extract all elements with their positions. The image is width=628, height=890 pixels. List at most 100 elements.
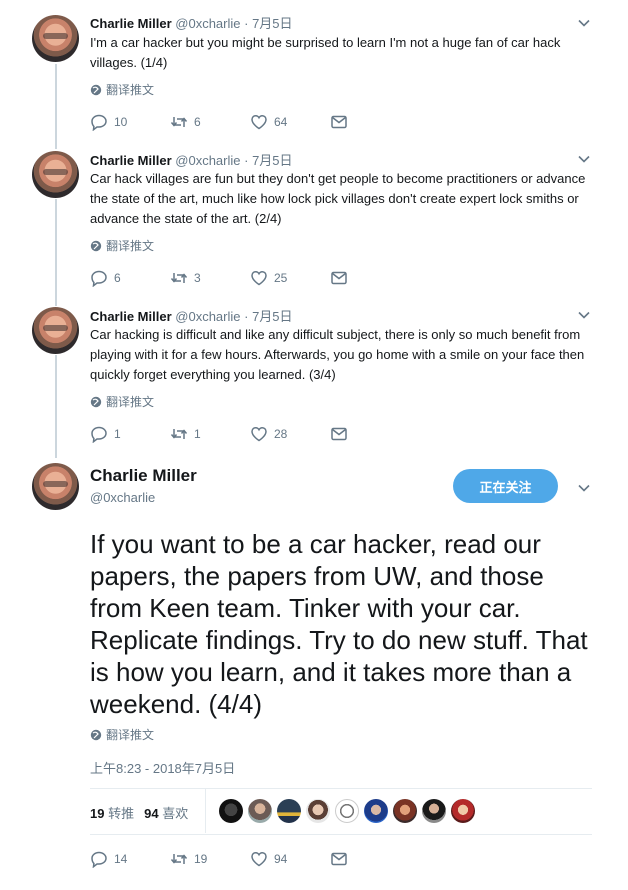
envelope-icon (331, 271, 347, 285)
tweet-header: Charlie Miller @0xcharlie · 7月5日 (90, 150, 293, 169)
envelope-icon (331, 852, 347, 866)
like-count: 28 (274, 427, 288, 441)
heart-icon (251, 426, 267, 442)
liker-avatar[interactable] (393, 799, 417, 823)
tweet-header: Charlie Miller @0xcharlie · 7月5日 (90, 13, 293, 32)
heart-icon (251, 270, 267, 286)
reply-icon (91, 851, 107, 868)
avatar[interactable] (32, 463, 79, 510)
message-button[interactable] (330, 425, 348, 443)
retweet-icon (170, 117, 188, 127)
message-button[interactable] (330, 850, 348, 868)
like-count: 94 (274, 852, 288, 866)
tweet-actions: 14 19 94 (90, 850, 348, 868)
globe-icon (90, 240, 102, 251)
avatar[interactable] (32, 15, 79, 62)
tweet-date[interactable]: · 7月5日 (244, 16, 292, 31)
tweet-date[interactable]: · 7月5日 (244, 153, 292, 168)
reply-button[interactable]: 1 (90, 425, 170, 443)
author-handle[interactable]: @0xcharlie (175, 16, 240, 31)
like-button[interactable]: 94 (250, 850, 330, 868)
author-handle[interactable]: @0xcharlie (175, 153, 240, 168)
reply-button[interactable]: 10 (90, 113, 170, 131)
retweet-stat-count: 19 (90, 806, 105, 821)
thread-line (55, 355, 57, 458)
divider (90, 788, 592, 789)
retweet-stat-label: 转推 (108, 806, 135, 821)
reply-icon (91, 114, 107, 131)
liker-avatar[interactable] (277, 799, 301, 823)
like-button[interactable]: 25 (250, 269, 330, 287)
liker-avatar[interactable] (335, 799, 359, 823)
avatar[interactable] (32, 307, 79, 354)
tweet-actions: 6 3 25 (90, 269, 348, 287)
tweet-text: Car hacking is difficult and like any di… (90, 327, 585, 382)
author-handle[interactable]: @0xcharlie (175, 309, 240, 324)
retweet-button[interactable]: 6 (170, 113, 250, 131)
liker-avatar[interactable] (364, 799, 388, 823)
reply-count: 6 (114, 271, 121, 285)
engagement-stats: 19 转推 94 喜欢 (90, 803, 188, 822)
divider (205, 789, 206, 833)
like-count: 64 (274, 115, 288, 129)
reply-count: 14 (114, 852, 128, 866)
retweet-icon (170, 854, 188, 864)
tweet-actions: 10 6 64 (90, 113, 348, 131)
tweet-date[interactable]: · 7月5日 (244, 309, 292, 324)
translate-label: 翻译推文 (106, 395, 155, 409)
translate-link[interactable]: 翻译推文 (90, 393, 154, 410)
translate-link[interactable]: 翻译推文 (90, 726, 154, 743)
tweet-timestamp[interactable]: 上午8:23 - 2018年7月5日 (90, 758, 235, 777)
globe-icon (90, 84, 102, 95)
liker-avatar[interactable] (451, 799, 475, 823)
following-button[interactable]: 正在关注 (453, 469, 558, 503)
envelope-icon (331, 115, 347, 129)
retweet-icon (170, 429, 188, 439)
envelope-icon (331, 427, 347, 441)
tweet-text: Car hack villages are fun but they don't… (90, 171, 586, 226)
translate-link[interactable]: 翻译推文 (90, 237, 154, 254)
liker-avatar[interactable] (248, 799, 272, 823)
tweet-text: If you want to be a car hacker, read our… (90, 529, 588, 719)
translate-label: 翻译推文 (106, 239, 155, 253)
retweet-button[interactable]: 1 (170, 425, 250, 443)
chevron-down-icon[interactable] (578, 17, 590, 29)
author-name[interactable]: Charlie Miller (90, 309, 172, 324)
chevron-down-icon[interactable] (578, 153, 590, 165)
chevron-down-icon[interactable] (578, 309, 590, 321)
thread-line (55, 64, 57, 149)
author-handle[interactable]: @0xcharlie (90, 490, 155, 505)
globe-icon (90, 729, 102, 740)
author-name[interactable]: Charlie Miller (90, 466, 197, 486)
retweet-stat[interactable]: 19 转推 (90, 803, 134, 822)
liker-avatar[interactable] (219, 799, 243, 823)
translate-label: 翻译推文 (106, 728, 155, 742)
like-count: 25 (274, 271, 288, 285)
reply-count: 1 (114, 427, 121, 441)
reply-button[interactable]: 14 (90, 850, 170, 868)
divider (90, 834, 592, 835)
retweet-count: 6 (194, 115, 201, 129)
reply-icon (91, 270, 107, 287)
retweet-count: 19 (194, 852, 208, 866)
heart-icon (251, 851, 267, 867)
liker-avatar[interactable] (306, 799, 330, 823)
author-name[interactable]: Charlie Miller (90, 153, 172, 168)
like-button[interactable]: 28 (250, 425, 330, 443)
chevron-down-icon[interactable] (578, 482, 590, 494)
like-stat[interactable]: 94 喜欢 (144, 803, 188, 822)
reply-button[interactable]: 6 (90, 269, 170, 287)
like-button[interactable]: 64 (250, 113, 330, 131)
globe-icon (90, 396, 102, 407)
author-name[interactable]: Charlie Miller (90, 16, 172, 31)
message-button[interactable] (330, 113, 348, 131)
message-button[interactable] (330, 269, 348, 287)
translate-link[interactable]: 翻译推文 (90, 81, 154, 98)
translate-label: 翻译推文 (106, 83, 155, 97)
avatar[interactable] (32, 151, 79, 198)
retweet-button[interactable]: 19 (170, 850, 250, 868)
retweet-button[interactable]: 3 (170, 269, 250, 287)
liker-avatar[interactable] (422, 799, 446, 823)
retweet-count: 1 (194, 427, 201, 441)
reply-icon (91, 426, 107, 443)
